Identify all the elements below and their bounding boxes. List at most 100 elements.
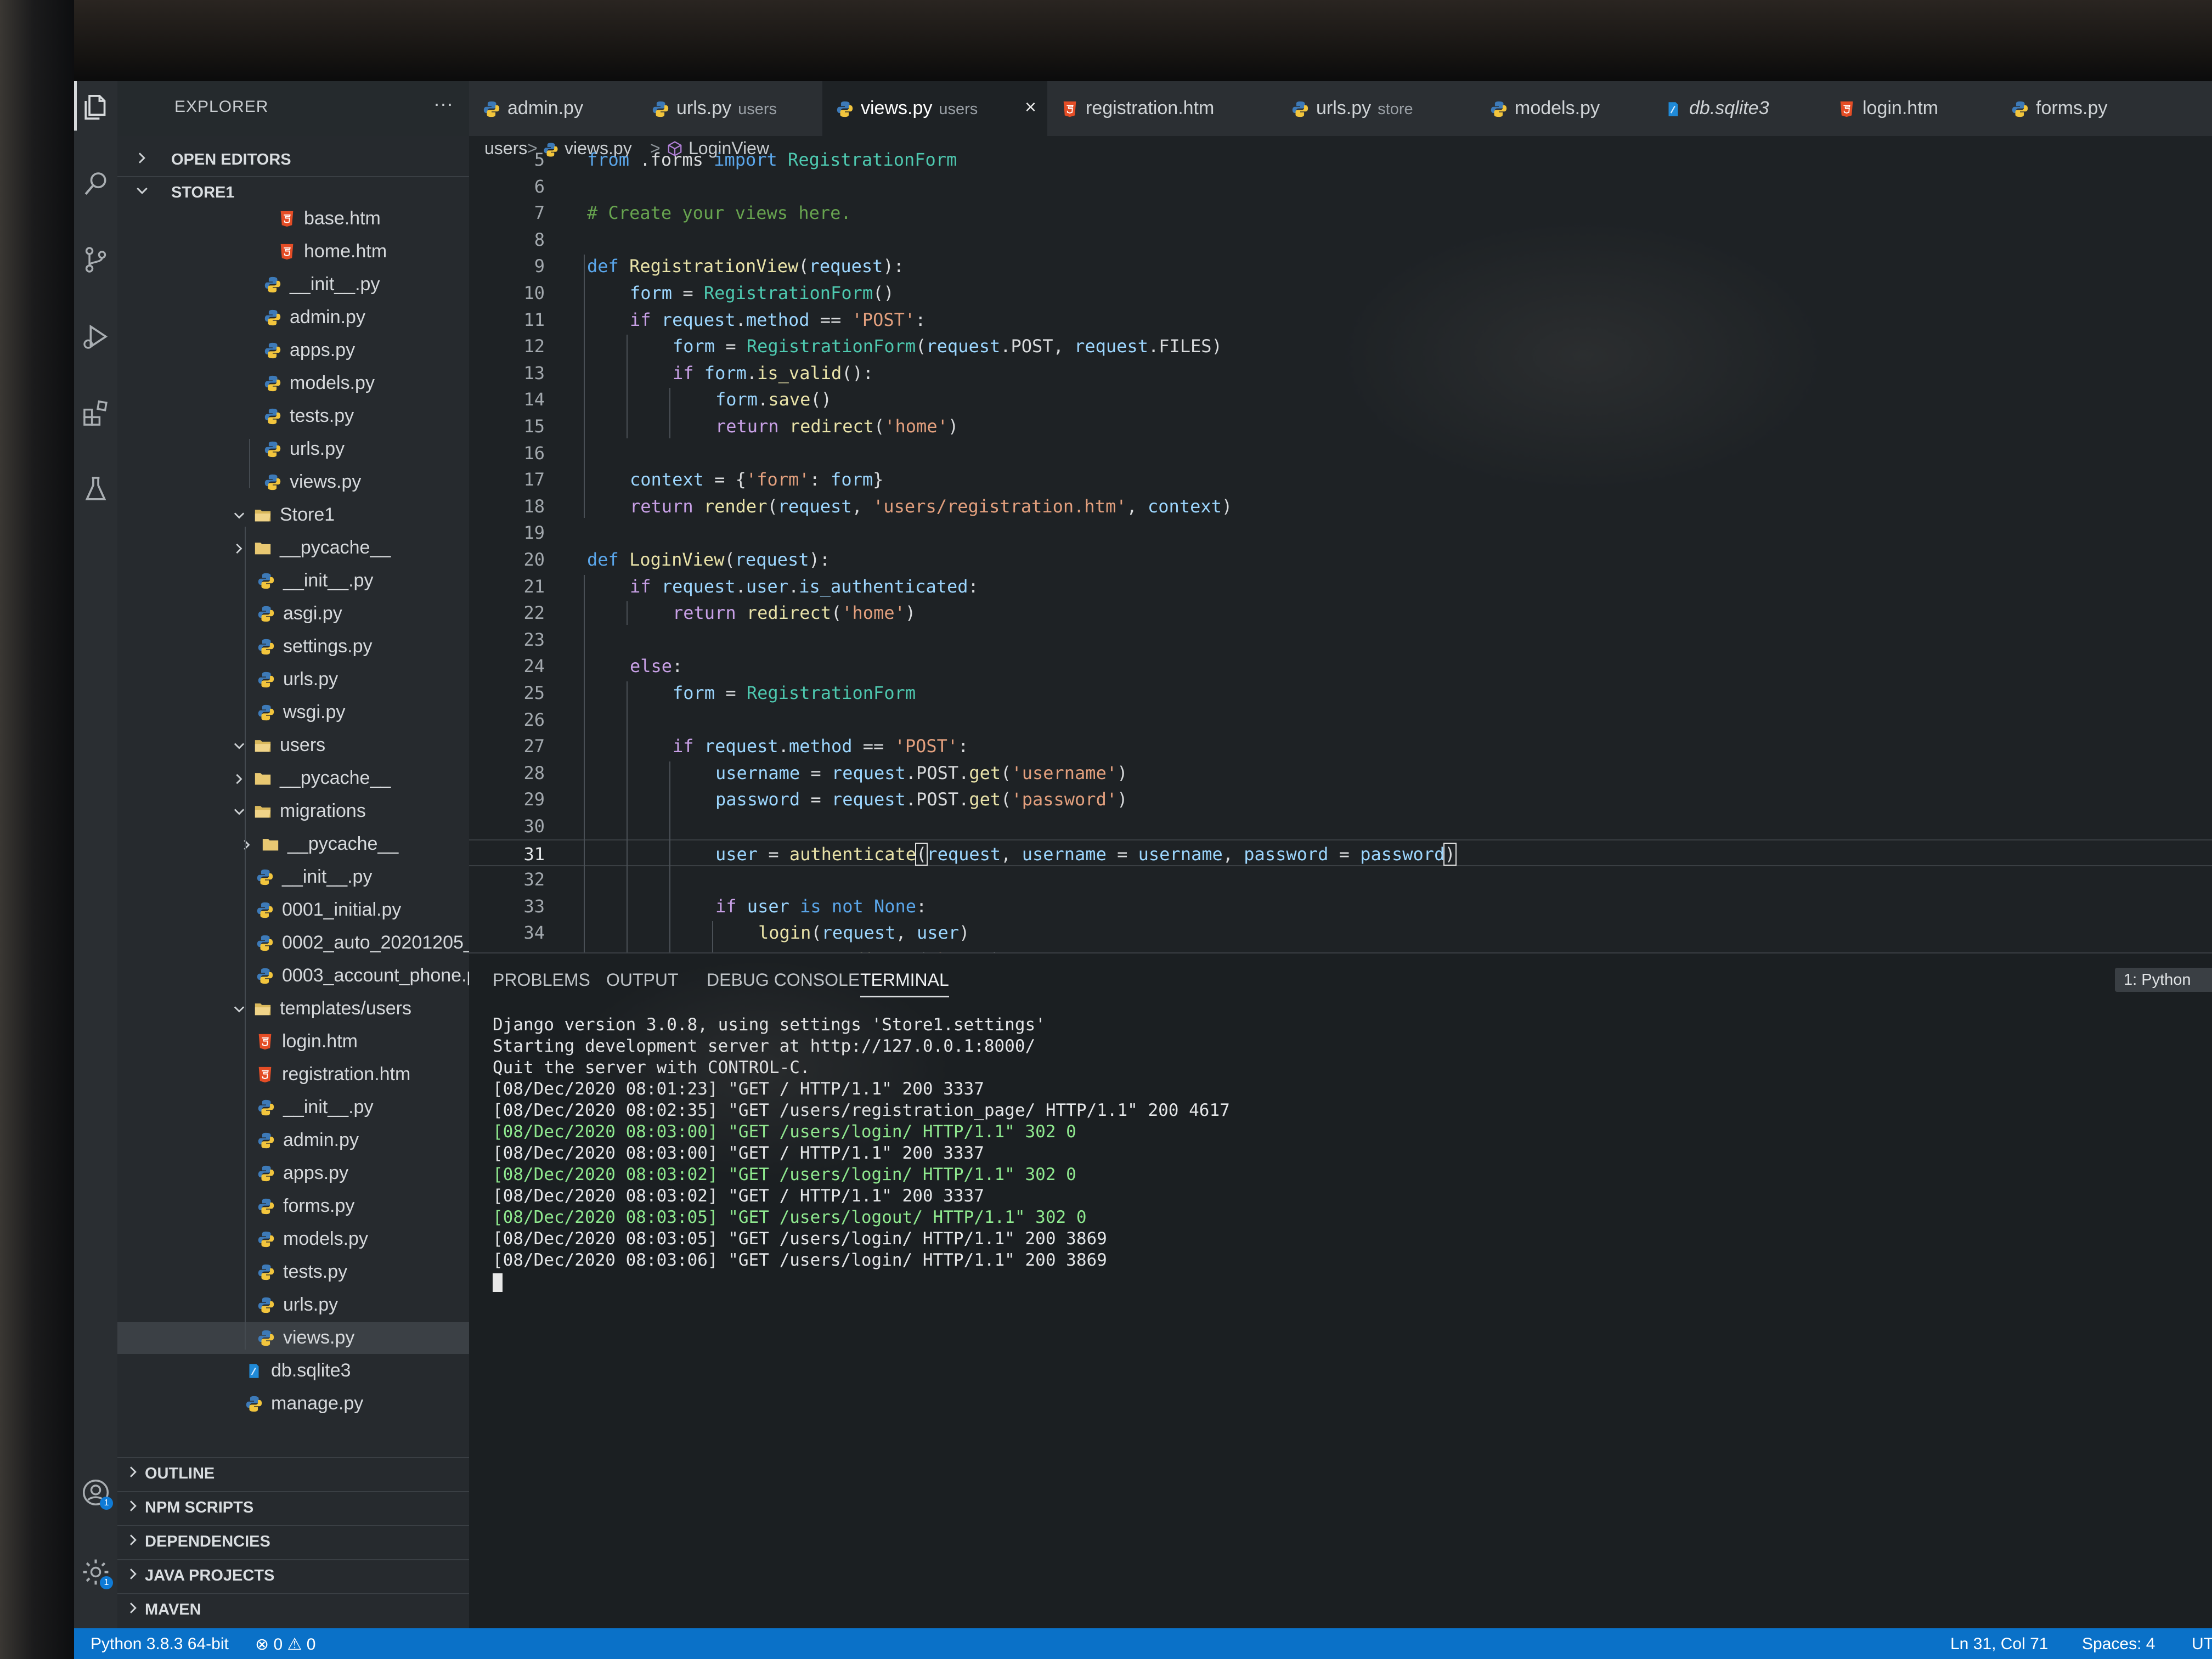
files-icon[interactable] [81,92,111,122]
section-outline[interactable]: OUTLINE [117,1457,469,1487]
accounts-icon[interactable]: 1 [81,1477,113,1510]
tree-item[interactable]: admin.py [117,302,469,334]
tree-item[interactable]: home.htm [117,236,469,268]
tab-urls-py-users[interactable]: urls.py users [638,81,823,136]
code-token: . [746,362,758,383]
tree-item[interactable]: forms.py [117,1190,469,1222]
python-file-icon [257,670,275,689]
tree-item[interactable]: admin.py [117,1125,469,1156]
section-npm-scripts[interactable]: NPM SCRIPTS [117,1491,469,1521]
line-number: 28 [523,762,545,783]
tree-item[interactable]: templates/users [117,993,469,1025]
tree-item[interactable]: settings.py [117,631,469,663]
tree-item[interactable]: __init__.py [117,1092,469,1124]
tree-item[interactable]: migrations [117,795,469,827]
source-control-icon[interactable] [81,245,111,275]
tab-views-py-users[interactable]: views.py users × [822,81,1048,136]
tree-item[interactable]: tests.py [117,400,469,432]
tree-item[interactable]: models.py [117,1223,469,1255]
problems-count[interactable]: ⊗ 0 ⚠ 0 [255,1635,315,1654]
section-store1[interactable]: STORE1 [117,176,469,206]
tree-item[interactable]: __init__.py [117,565,469,597]
section-dependencies[interactable]: DEPENDENCIES [117,1525,469,1555]
code-token: ( [1001,789,1012,810]
settings-gear-icon[interactable]: 1 [81,1557,113,1589]
terminal-output[interactable]: Django version 3.0.8, using settings 'St… [493,1015,1230,1293]
tree-item[interactable]: 0003_account_phone.py [117,960,486,992]
tree-item[interactable]: urls.py [117,1289,469,1321]
tab-registration-htm[interactable]: registration.htm [1047,81,1279,136]
tree-item[interactable]: __pycache__ [117,828,469,860]
extensions-icon[interactable] [81,398,111,428]
tree-item[interactable]: __pycache__ [117,532,469,564]
terminal-select[interactable]: 1: Python [2115,968,2212,992]
tree-item[interactable]: Store1 [117,499,469,531]
testing-icon[interactable] [81,474,111,504]
section-maven[interactable]: MAVEN [117,1593,469,1623]
tree-item-label: __init__.py [283,1097,374,1118]
tree-item[interactable]: views.py [117,1322,469,1354]
tree-item-label: manage.py [271,1393,364,1414]
more-actions-icon[interactable]: ··· [433,92,453,115]
python-interpreter[interactable]: Python 3.8.3 64-bit [91,1635,229,1654]
indent-guide [669,388,670,438]
tab-db-sqlite3[interactable]: db.sqlite3 [1651,81,1825,136]
tree-item[interactable]: __pycache__ [117,763,469,794]
code-token: request [831,789,906,810]
tree-item-label: __init__.py [290,274,380,295]
indent-guide [627,335,628,438]
tree-item[interactable]: 0002_auto_20201205_1... [117,927,500,959]
tree-item[interactable]: urls.py [117,433,469,465]
code-editor[interactable]: 5 from .forms import RegistrationForm 6 7 # … [469,149,2212,1211]
code-text: context = {'form': form} [630,469,883,490]
cursor-position[interactable]: Ln 31, Col 71 [1950,1635,2048,1654]
panel-tab-debug-console[interactable]: DEBUG CONSOLE [707,970,860,990]
tree-item[interactable]: asgi.py [117,598,469,630]
search-icon[interactable] [81,169,111,199]
code-token: request [927,843,1001,865]
tree-item[interactable]: apps.py [117,1158,469,1189]
code-token: redirect [789,416,874,437]
section-label: DEPENDENCIES [145,1533,270,1550]
code-token: redirect [746,602,831,624]
section-open-editors[interactable]: OPEN EDITORS [117,144,469,173]
code-token: get [969,762,1001,783]
tree-item[interactable]: manage.py [117,1388,469,1420]
tree-item[interactable]: wsgi.py [117,697,469,729]
tree-item[interactable]: users [117,730,469,761]
chevron-right-icon [134,150,150,166]
tree-item[interactable]: views.py [117,466,469,498]
indent-guide [245,527,246,1350]
tree-item[interactable]: login.htm [117,1026,469,1058]
tree-item-label: asgi.py [283,603,342,624]
tab-urls-py-store[interactable]: urls.py store [1278,81,1477,136]
panel-tab-terminal[interactable]: TERMINAL [860,970,949,997]
panel-tab-output[interactable]: OUTPUT [606,970,679,990]
line-number: 25 [523,682,545,703]
tree-item[interactable]: tests.py [117,1256,469,1288]
code-line: 11 if request.method == 'POST': [469,306,2212,333]
run-debug-icon[interactable] [81,321,111,352]
tree-item[interactable]: apps.py [117,335,469,366]
tree-item[interactable]: __init__.py [117,269,469,301]
tab-admin-py[interactable]: admin.py [469,81,639,136]
panel-tab-problems[interactable]: PROBLEMS [493,970,590,990]
tree-item[interactable]: urls.py [117,664,469,696]
tree-item[interactable]: base.htm [117,203,469,235]
tab-models-py[interactable]: models.py [1476,81,1652,136]
encoding[interactable]: UT [2192,1635,2212,1654]
indent-guide [249,439,250,488]
tree-item[interactable]: registration.htm [117,1059,469,1091]
tree-item[interactable]: 0001_initial.py [117,894,469,926]
indentation[interactable]: Spaces: 4 [2082,1635,2155,1654]
tree-item[interactable]: db.sqlite3 [117,1355,469,1387]
line-number: 32 [523,869,545,890]
code-token: save [768,389,811,410]
close-icon[interactable]: × [1025,95,1036,119]
tree-item[interactable]: models.py [117,368,469,399]
tab-login-htm[interactable]: login.htm [1824,81,1999,136]
tab-forms-py[interactable]: forms.py [1997,81,2212,136]
python-file-icon [257,1329,275,1347]
tree-item[interactable]: __init__.py [117,861,469,893]
section-java-projects[interactable]: JAVA PROJECTS [117,1559,469,1589]
